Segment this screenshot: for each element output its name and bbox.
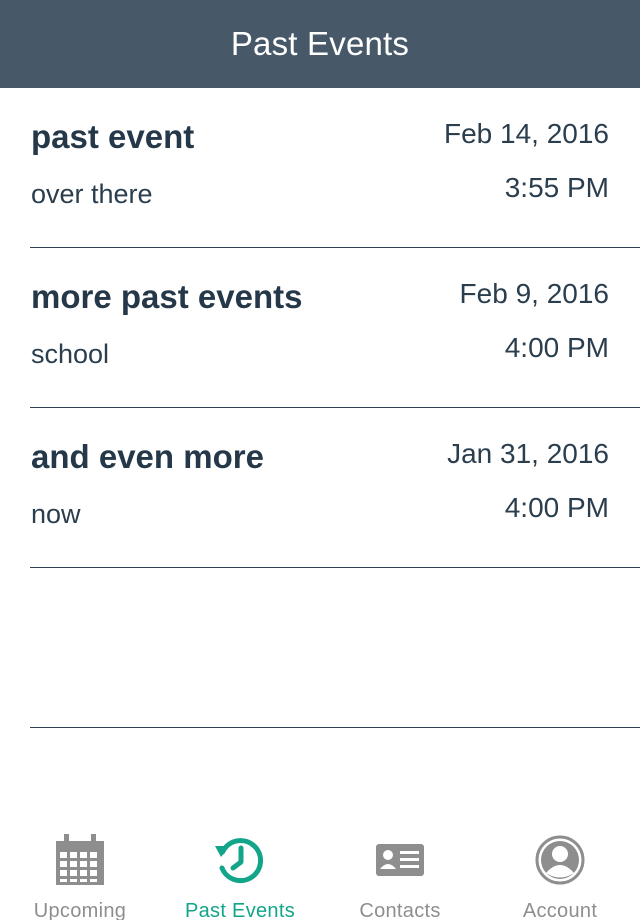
event-time: 3:55 PM xyxy=(504,172,609,203)
empty-row xyxy=(0,568,640,728)
navigation-bar: Past Events xyxy=(0,0,640,88)
contact-card-icon xyxy=(376,844,424,876)
event-list[interactable]: past event over there Feb 14, 2016 3:55 … xyxy=(0,88,640,728)
event-date: Feb 14, 2016 xyxy=(443,118,609,149)
event-location: now xyxy=(31,499,81,529)
event-row[interactable]: and even more now Jan 31, 2016 4:00 PM xyxy=(0,408,640,568)
history-clock-icon xyxy=(215,838,264,884)
tab-label: Upcoming xyxy=(33,900,127,920)
event-row[interactable]: more past events school Feb 9, 2016 4:00… xyxy=(0,248,640,408)
event-time: 4:00 PM xyxy=(504,332,609,363)
page-title: Past Events xyxy=(230,25,410,62)
tab-label: Contacts xyxy=(359,900,441,920)
event-location: over there xyxy=(31,179,153,209)
app-screen: Past Events past event over there Feb 14… xyxy=(0,0,640,920)
user-circle-icon xyxy=(535,835,585,885)
tab-label: Account xyxy=(522,900,598,920)
event-title: more past events xyxy=(31,278,303,315)
tab-upcoming[interactable]: Upcoming xyxy=(0,824,160,920)
tab-past-events[interactable]: Past Events xyxy=(160,824,320,920)
event-date: Jan 31, 2016 xyxy=(447,438,609,469)
tab-label: Past Events xyxy=(184,900,296,920)
calendar-icon xyxy=(56,834,104,885)
tab-account[interactable]: Account xyxy=(480,824,640,920)
event-title: and even more xyxy=(31,438,264,475)
event-row[interactable]: past event over there Feb 14, 2016 3:55 … xyxy=(0,88,640,248)
event-title: past event xyxy=(31,118,195,155)
event-time: 4:00 PM xyxy=(504,492,609,523)
event-date: Feb 9, 2016 xyxy=(459,278,609,309)
tab-bar: Upcoming Past Events Contacts Account xyxy=(0,824,640,920)
tab-contacts[interactable]: Contacts xyxy=(320,824,480,920)
event-location: school xyxy=(31,339,110,369)
